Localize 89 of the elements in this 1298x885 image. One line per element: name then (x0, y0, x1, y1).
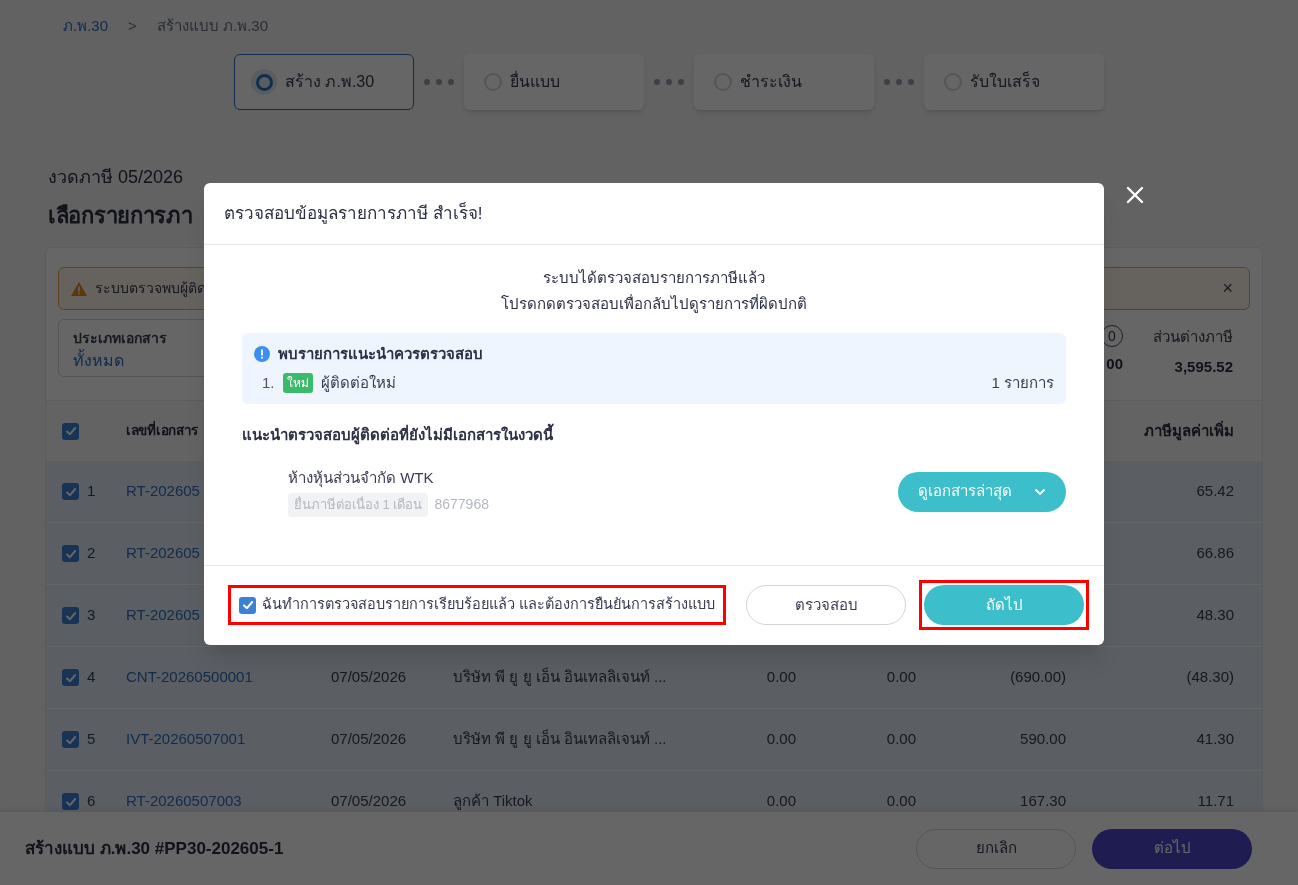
checkmark-icon (64, 671, 77, 684)
next-button[interactable]: ต่อไป (1092, 828, 1252, 869)
summary-value: 3,595.52 (1174, 356, 1233, 377)
new-tag: ใหม่ (282, 372, 313, 393)
column-header: ภาษีมูลค่าเพิ่ม (1143, 419, 1234, 443)
document-link[interactable]: CNT-20260500001 (126, 666, 253, 689)
summary-label: ส่วนต่างภาษี (1153, 327, 1233, 347)
contact-code: 8677968 (434, 495, 489, 515)
radio-icon (251, 69, 277, 95)
table-cell-text: 48.30 (1195, 605, 1234, 626)
checkmark-icon (64, 733, 77, 746)
checkmark-icon (241, 599, 254, 611)
table-cell-text: 07/05/2026 (331, 729, 408, 750)
table-cell-text: 66.86 (1195, 543, 1234, 564)
section-title: แนะนำตรวจสอบผู้ติดต่อที่ยังไม่มีเอกสารในงวดนี้ (242, 424, 1066, 447)
table-cell-text: 0.00 (765, 729, 796, 750)
table-cell-text: (48.30) (1185, 667, 1234, 688)
row-number: 5 (87, 729, 96, 750)
table-cell-text: บริษัท พี ยู ยู เอ็น อินเทลลิเจนท์ ... (453, 666, 668, 688)
table-cell-text: (690.00) (1009, 667, 1066, 688)
step-tab[interactable]: รับใบเสร็จ (924, 54, 1104, 110)
checkbox[interactable] (62, 669, 79, 686)
close-icon[interactable] (1126, 186, 1144, 204)
table-cell-text: 65.42 (1195, 481, 1234, 502)
info-icon (254, 346, 270, 363)
table-cell-text: 0.00 (765, 791, 796, 812)
breadcrumb-separator: > (128, 16, 137, 37)
item-count: 1 รายการ (991, 372, 1054, 393)
confirm-label: ฉันทำการตรวจสอบรายการเรียบร้อยแล้ว และต้องการยืนยันการสร้างแบบ (262, 595, 716, 615)
checkmark-icon (64, 485, 77, 498)
table-cell-text: 0.00 (885, 791, 916, 812)
notice-title: พบรายการแนะนำควรตรวจสอบ (278, 344, 483, 364)
checkbox[interactable] (62, 607, 79, 624)
dialog-message: ระบบได้ตรวจสอบรายการภาษีแล้ว (542, 268, 766, 288)
checkmark-icon (64, 547, 77, 560)
row-number: 2 (87, 543, 96, 564)
table-cell-text: 11.71 (1196, 791, 1234, 812)
table-cell-text: 07/05/2026 (331, 791, 408, 812)
chevron-down-icon (1034, 487, 1046, 496)
table-cell-text: 07/05/2026 (331, 667, 408, 688)
page-title: เลือกรายการภา (48, 201, 193, 230)
breadcrumb-current: สร้างแบบ ภ.พ.30 (156, 16, 268, 37)
form-title: สร้างแบบ ภ.พ.30 #PP30-202605-1 (25, 837, 284, 860)
row-number: 3 (87, 605, 96, 626)
latest-documents-button[interactable]: ดูเอกสารล่าสุด (898, 471, 1066, 512)
dialog-title: ตรวจสอบข้อมูลรายการภาษี สำเร็จ! (224, 201, 483, 226)
table-cell-text: 590.00 (1019, 729, 1066, 750)
step-tab[interactable]: ยื่นแบบ (464, 54, 644, 110)
step-tab[interactable]: ชำระเงิน (694, 54, 874, 110)
cancel-button[interactable]: ยกเลิก (916, 828, 1076, 869)
status-tag: ยื่นภาษีต่อเนื่อง 1 เดือน (288, 493, 429, 517)
checkmark-icon (64, 795, 77, 808)
checkbox[interactable] (62, 793, 79, 810)
document-link[interactable]: RT-202605 (126, 604, 200, 627)
document-link[interactable]: RT-202605 (126, 480, 200, 503)
row-number: 6 (87, 791, 96, 812)
document-link[interactable]: RT-20260507003 (126, 790, 242, 813)
checkbox[interactable] (62, 422, 79, 440)
checkbox[interactable] (62, 483, 79, 500)
table-cell-text: 0.00 (765, 667, 796, 688)
contact-name: ห้างหุ้นส่วนจำกัด WTK (288, 467, 435, 489)
checkmark-icon (64, 609, 77, 622)
list-number: 1. (262, 372, 275, 393)
period-label: งวดภาษี 05/2026 (47, 166, 185, 189)
step-tab[interactable]: สร้าง ภ.พ.30 (234, 54, 414, 110)
summary-value: 00 (1106, 354, 1123, 374)
notice-item: ผู้ติดต่อใหม่ (320, 372, 396, 394)
table-cell-text: ลูกค้า Tiktok (453, 791, 534, 812)
breadcrumb-link[interactable]: ภ.พ.30 (63, 15, 109, 38)
check-button[interactable]: ตรวจสอบ (746, 585, 906, 625)
document-link[interactable]: IVT-20260507001 (126, 728, 246, 751)
checkbox[interactable] (239, 596, 256, 614)
document-link[interactable]: RT-202605 (126, 542, 200, 565)
row-number: 1 (87, 481, 96, 502)
table-cell-text: 0.00 (885, 729, 916, 750)
alert-text: ระบบตรวจพบผู้ติด (95, 279, 206, 299)
warning-icon (71, 281, 87, 296)
row-number: 4 (87, 667, 96, 688)
column-header: เลขที่เอกสาร (126, 420, 198, 440)
next-button[interactable]: ถัดไป (924, 585, 1084, 625)
dialog-message: โปรดกดตรวจสอบเพื่อกลับไปดูรายการที่ผิดปกติ (500, 293, 808, 315)
table-cell-text: บริษัท พี ยู ยู เอ็น อินเทลลิเจนท์ ... (453, 728, 668, 750)
alert-close-button[interactable]: × (1222, 275, 1237, 302)
checkbox[interactable] (62, 731, 79, 748)
checkmark-icon (64, 425, 77, 437)
table-cell-text: 167.30 (1019, 791, 1066, 812)
table-cell-text: 0.00 (885, 667, 916, 688)
table-cell-text: 41.30 (1195, 729, 1234, 750)
checkbox[interactable] (62, 545, 79, 562)
